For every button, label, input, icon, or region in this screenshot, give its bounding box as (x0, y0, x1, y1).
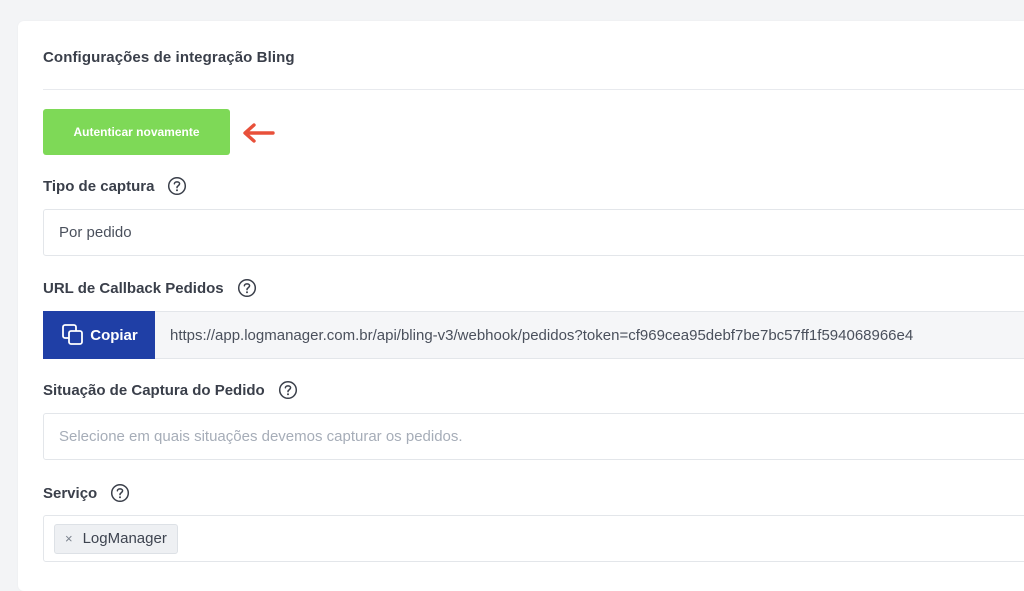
service-tag-label: LogManager (82, 530, 167, 547)
callback-url-field[interactable]: https://app.logmanager.com.br/api/bling-… (155, 311, 1024, 359)
reauthenticate-button[interactable]: Autenticar novamente (43, 109, 230, 155)
arrow-left-icon (243, 123, 275, 143)
service-label-text: Serviço (43, 484, 98, 502)
tag-remove-icon[interactable]: × (65, 531, 73, 546)
help-circle-icon[interactable] (110, 483, 130, 503)
capture-status-label-text: Situação de Captura do Pedido (43, 381, 265, 399)
help-circle-icon[interactable] (167, 176, 187, 196)
help-circle-icon[interactable] (278, 380, 298, 400)
card-title: Configurações de integração Bling (43, 49, 295, 66)
capture-type-label-text: Tipo de captura (43, 177, 155, 195)
copy-icon (62, 324, 84, 345)
callback-url-group: Copiar https://app.logmanager.com.br/api… (43, 311, 1024, 359)
service-label: Serviço (43, 483, 130, 503)
service-multiselect[interactable]: × LogManager (43, 515, 1024, 562)
title-divider (43, 89, 1024, 90)
copy-button-label: Copiar (90, 326, 138, 344)
capture-status-label: Situação de Captura do Pedido (43, 380, 298, 400)
callback-url-label-text: URL de Callback Pedidos (43, 279, 224, 297)
capture-status-multiselect[interactable]: Selecione em quais situações devemos cap… (43, 413, 1024, 460)
capture-type-select[interactable]: Por pedido (43, 209, 1024, 256)
service-tag: × LogManager (54, 523, 178, 554)
capture-type-value: Por pedido (59, 224, 132, 241)
capture-type-label: Tipo de captura (43, 176, 187, 196)
callback-url-label: URL de Callback Pedidos (43, 278, 257, 298)
callback-url-value: https://app.logmanager.com.br/api/bling-… (170, 326, 914, 344)
integration-settings-card: Configurações de integração Bling Autent… (18, 21, 1024, 591)
capture-status-placeholder: Selecione em quais situações devemos cap… (59, 428, 463, 445)
help-circle-icon[interactable] (237, 278, 257, 298)
copy-button[interactable]: Copiar (43, 311, 155, 359)
